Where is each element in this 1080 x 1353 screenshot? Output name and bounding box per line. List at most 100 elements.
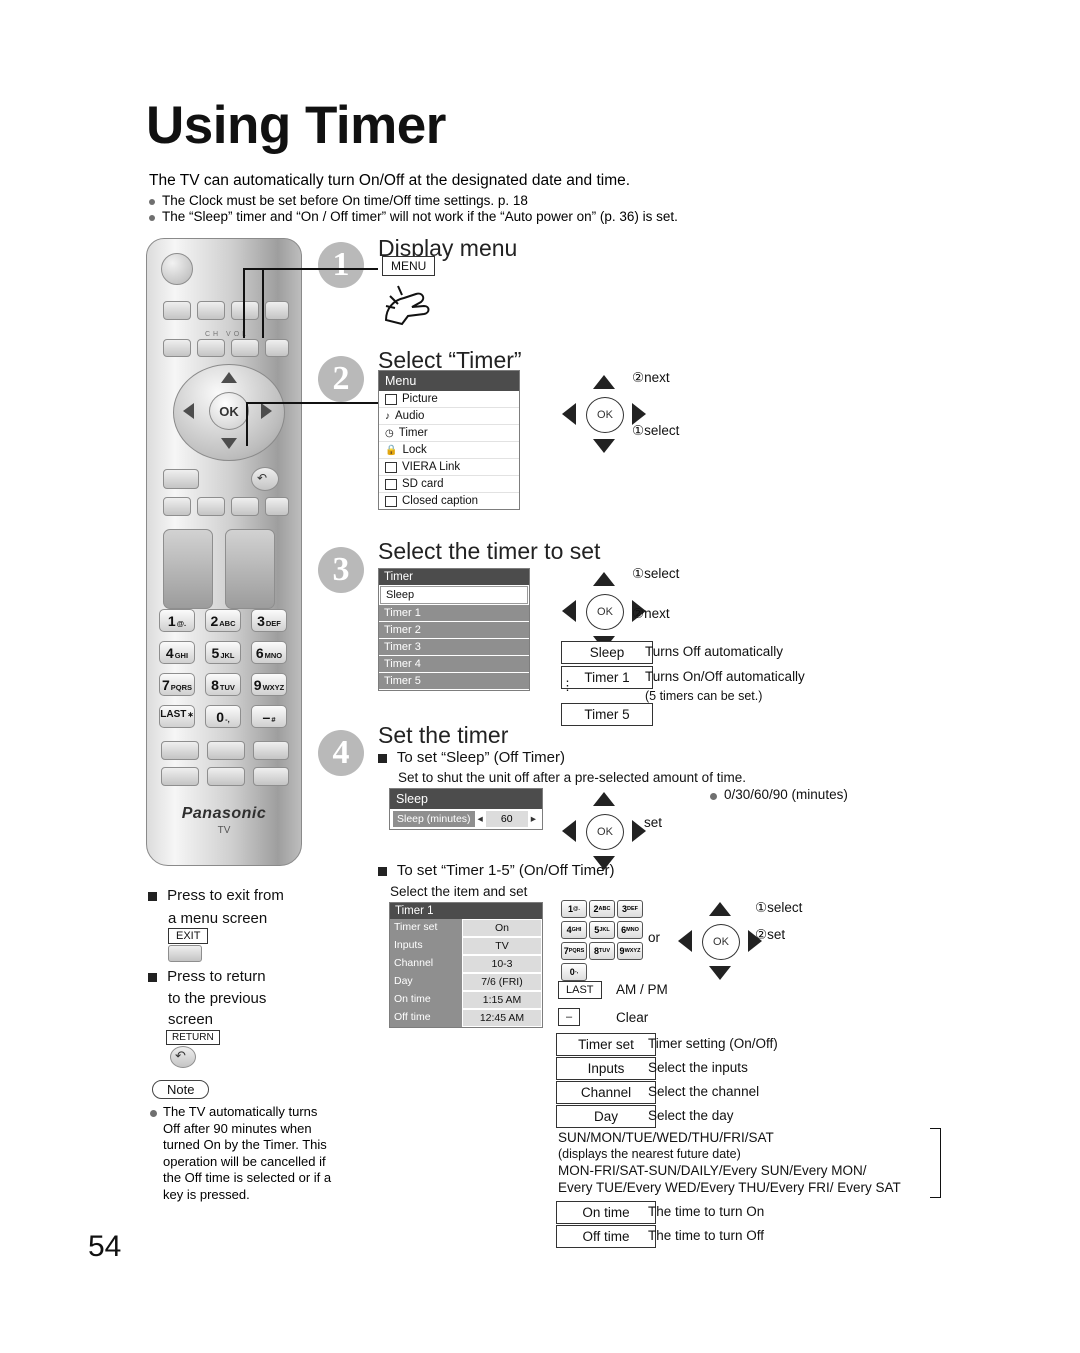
menu-item-label: VIERA Link bbox=[402, 461, 461, 473]
day-option-1: SUN/MON/TUE/WED/THU/FRI/SAT bbox=[558, 1130, 774, 1145]
menu-item-timer: ◷ Timer bbox=[379, 425, 519, 442]
step2-next-label: ②next bbox=[632, 370, 670, 385]
dpad-left-arrow bbox=[183, 403, 194, 419]
note-badge: Note bbox=[152, 1080, 210, 1099]
vertical-ellipsis: ⋮ bbox=[561, 678, 574, 693]
mini-key-1: 1 @. bbox=[561, 900, 587, 918]
ok-button: OK bbox=[586, 814, 624, 850]
timer-row: On time 1:15 AM bbox=[390, 991, 542, 1009]
step-3-number: 3 bbox=[318, 547, 364, 593]
exit-heading: Press to exit from bbox=[148, 887, 284, 904]
day-option-2: MON-FRI/SAT-SUN/DAILY/Every SUN/Every MO… bbox=[558, 1163, 867, 1178]
timer-item-timer5: Timer 5 bbox=[379, 673, 529, 690]
key-7-sub: PQRS bbox=[170, 683, 193, 692]
power-button bbox=[161, 253, 193, 285]
timer-row: Inputs TV bbox=[390, 937, 542, 955]
remote-button bbox=[265, 339, 289, 357]
row-value: 1:15 AM bbox=[462, 991, 542, 1009]
key-3: 3 DEF bbox=[251, 609, 287, 632]
right-caret-icon: ▸ bbox=[530, 813, 536, 825]
dpad-left-arrow bbox=[678, 930, 692, 952]
key-2: 2 ABC bbox=[205, 609, 241, 632]
menu-item-closed-caption: Closed caption bbox=[379, 493, 519, 509]
dash-key: – bbox=[558, 1008, 581, 1026]
sleep-heading-text: To set “Sleep” (Off Timer) bbox=[396, 749, 566, 766]
key-2-sub: ABC bbox=[219, 619, 236, 628]
key-0-sub: -, bbox=[225, 715, 230, 724]
timer-set-step-label: ②set bbox=[755, 927, 786, 942]
picture-icon bbox=[385, 393, 397, 405]
sleep-osd: Sleep Sleep (minutes) ◂ 60 ▸ bbox=[389, 788, 543, 830]
tv-label: TV bbox=[217, 825, 231, 836]
ok-button: OK bbox=[209, 392, 249, 430]
dpad-up-arrow bbox=[221, 372, 237, 383]
key-1-sub: @. bbox=[176, 619, 187, 628]
key-7: 7 PQRS bbox=[159, 673, 195, 696]
sleep-desc-text: Set to shut the unit off after a pre-sel… bbox=[398, 770, 746, 785]
exit-text-2: a menu screen bbox=[168, 910, 268, 927]
callout-line bbox=[243, 268, 245, 338]
row-value: TV bbox=[462, 937, 542, 955]
key-5: 5 JKL bbox=[205, 641, 241, 664]
intro-bullets: The Clock must be set before On time/Off… bbox=[149, 193, 678, 225]
timer-set-desc: Timer setting (On/Off) bbox=[648, 1036, 778, 1051]
remote-button bbox=[163, 301, 191, 320]
mini-key-sub: TUV bbox=[599, 948, 610, 954]
key-4: 4 GHI bbox=[159, 641, 195, 664]
dpad-left-arrow bbox=[562, 403, 576, 425]
timer-row: Channel 10-3 bbox=[390, 955, 542, 973]
intro-bullet: The Clock must be set before On time/Off… bbox=[149, 193, 678, 209]
off-time-key: Off time bbox=[556, 1225, 656, 1248]
row-key: Inputs bbox=[390, 937, 462, 955]
key-1: 1 @. bbox=[159, 609, 195, 632]
timer-heading: To set “Timer 1-5” (On/Off Timer) bbox=[378, 862, 615, 879]
last-key: LAST bbox=[558, 981, 602, 999]
mini-key-sub: -, bbox=[574, 969, 579, 975]
ok-button: OK bbox=[702, 924, 740, 960]
row-value: 7/6 (FRI) bbox=[462, 973, 542, 991]
mini-key-sub: DEF bbox=[627, 906, 638, 912]
mini-key-sub: MNO bbox=[626, 927, 639, 933]
timer-select-label: ①select bbox=[755, 900, 803, 915]
key-8: 8 TUV bbox=[205, 673, 241, 696]
closed-caption-icon bbox=[385, 495, 397, 507]
step4-sleep-dpad: OK bbox=[562, 792, 646, 870]
menu-item-label: Audio bbox=[395, 410, 425, 422]
dpad-up-arrow bbox=[593, 572, 615, 586]
key-6-sub: MNO bbox=[264, 651, 283, 660]
return-key: RETURN bbox=[166, 1030, 220, 1045]
timer-icon: ◷ bbox=[385, 427, 394, 439]
menu-item-viera-link: VIERA Link bbox=[379, 459, 519, 476]
timer-item-timer2: Timer 2 bbox=[379, 622, 529, 639]
remote-button bbox=[253, 767, 289, 786]
ok-button: OK bbox=[586, 397, 624, 433]
remote-button bbox=[265, 301, 289, 320]
sleep-desc: Turns Off automatically bbox=[645, 644, 784, 659]
off-time-desc: The time to turn Off bbox=[648, 1228, 765, 1243]
remote-button bbox=[197, 301, 225, 320]
intro-text: The TV can automatically turn On/Off at … bbox=[149, 172, 631, 189]
menu-item-label: SD card bbox=[402, 478, 444, 490]
ch-vol-label: CH VOL bbox=[204, 331, 250, 338]
timer1-osd-title: Timer 1 bbox=[390, 903, 542, 919]
callout-line bbox=[262, 268, 264, 338]
sleep-heading: To set “Sleep” (Off Timer) bbox=[378, 749, 565, 766]
channel-key: Channel bbox=[556, 1081, 656, 1104]
callout-line bbox=[246, 402, 248, 446]
remote-button bbox=[265, 497, 289, 516]
day-desc: Select the day bbox=[648, 1108, 734, 1123]
page-title: Using Timer bbox=[146, 96, 446, 155]
step3-next-label: ②next bbox=[632, 606, 670, 621]
key-3-sub: DEF bbox=[265, 619, 281, 628]
sleep-row-value: 60 bbox=[485, 811, 528, 827]
remote-button bbox=[163, 529, 213, 609]
step-4-number: 4 bbox=[318, 730, 364, 776]
mini-key-7: 7 PQRS bbox=[561, 942, 587, 960]
mini-key-3: 3 DEF bbox=[617, 900, 643, 918]
dpad-left-arrow bbox=[562, 600, 576, 622]
key-0: 0 -, bbox=[205, 705, 241, 728]
step2-select-label: ①select bbox=[632, 423, 680, 438]
exit-key: EXIT bbox=[168, 928, 209, 944]
sd-card-icon bbox=[385, 478, 397, 490]
timer-row: Timer set On bbox=[390, 919, 542, 937]
